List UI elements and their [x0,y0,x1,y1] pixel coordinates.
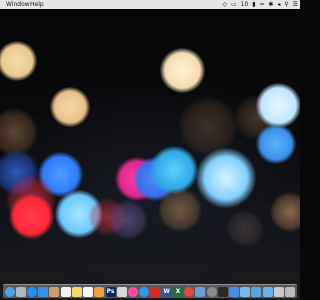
photos-icon[interactable] [94,286,105,297]
bokeh-light [226,210,264,248]
search-icon[interactable]: ⚲ [284,0,288,9]
dropbox-icon[interactable]: ◇ [223,0,228,9]
bokeh-light [178,96,238,156]
bokeh-light [50,87,90,127]
excel-icon[interactable]: X [172,286,183,297]
photoshop-icon[interactable]: Ps [105,286,116,297]
bluetooth-icon[interactable]: ✱ [268,0,273,9]
terminal-icon[interactable] [217,286,228,297]
document-icon[interactable] [116,286,127,297]
pdf-icon[interactable] [150,286,161,297]
stack-icon[interactable] [273,286,284,297]
music-icon[interactable] [128,286,139,297]
notes-icon[interactable] [71,286,82,297]
battery-percent: 10 [240,1,249,8]
dock: Ps W X [3,284,297,298]
bokeh-light [196,148,256,208]
display-icon[interactable]: ▭ [231,0,237,9]
compass-icon[interactable] [27,286,38,297]
bokeh-light [0,108,38,156]
menu-help[interactable]: Help [30,0,44,9]
trash-icon[interactable] [285,286,296,297]
downloads-folder-icon[interactable] [251,286,262,297]
desktop-wallpaper [0,0,300,300]
bokeh-light [256,124,296,164]
reminders-icon[interactable] [83,286,94,297]
bokeh-light [158,188,202,232]
volume-icon[interactable]: ◂ [277,0,280,9]
bokeh-light [9,194,54,239]
chrome-icon[interactable] [184,286,195,297]
status-menu-area: ◇ ▭ 10 ▮ ≈ ✱ ◂ ⚲ ☰ [221,0,299,9]
folder-icon[interactable] [240,286,251,297]
finder-icon[interactable] [4,286,15,297]
bokeh-light [108,200,148,240]
keynote-icon[interactable] [228,286,239,297]
documents-folder-icon[interactable] [262,286,273,297]
word-icon[interactable]: W [161,286,172,297]
mail-icon[interactable] [38,286,49,297]
bokeh-light [0,41,37,81]
preview-icon[interactable] [195,286,206,297]
bokeh-light [256,83,300,128]
gear-icon[interactable] [206,286,217,297]
bokeh-light [150,146,198,194]
contacts-icon[interactable] [49,286,60,297]
calendar-icon[interactable] [60,286,71,297]
battery-icon[interactable]: ▮ [252,0,255,9]
rocket-icon[interactable] [15,286,26,297]
menu-window[interactable]: Window [6,0,30,9]
bokeh-light [160,48,205,93]
menu-bar: Window Help ◇ ▭ 10 ▮ ≈ ✱ ◂ ⚲ ☰ [0,0,300,9]
app-store-icon[interactable] [139,286,150,297]
bokeh-light [270,192,300,232]
wifi-icon[interactable]: ≈ [259,0,264,9]
notification-center-icon[interactable]: ☰ [293,0,298,9]
